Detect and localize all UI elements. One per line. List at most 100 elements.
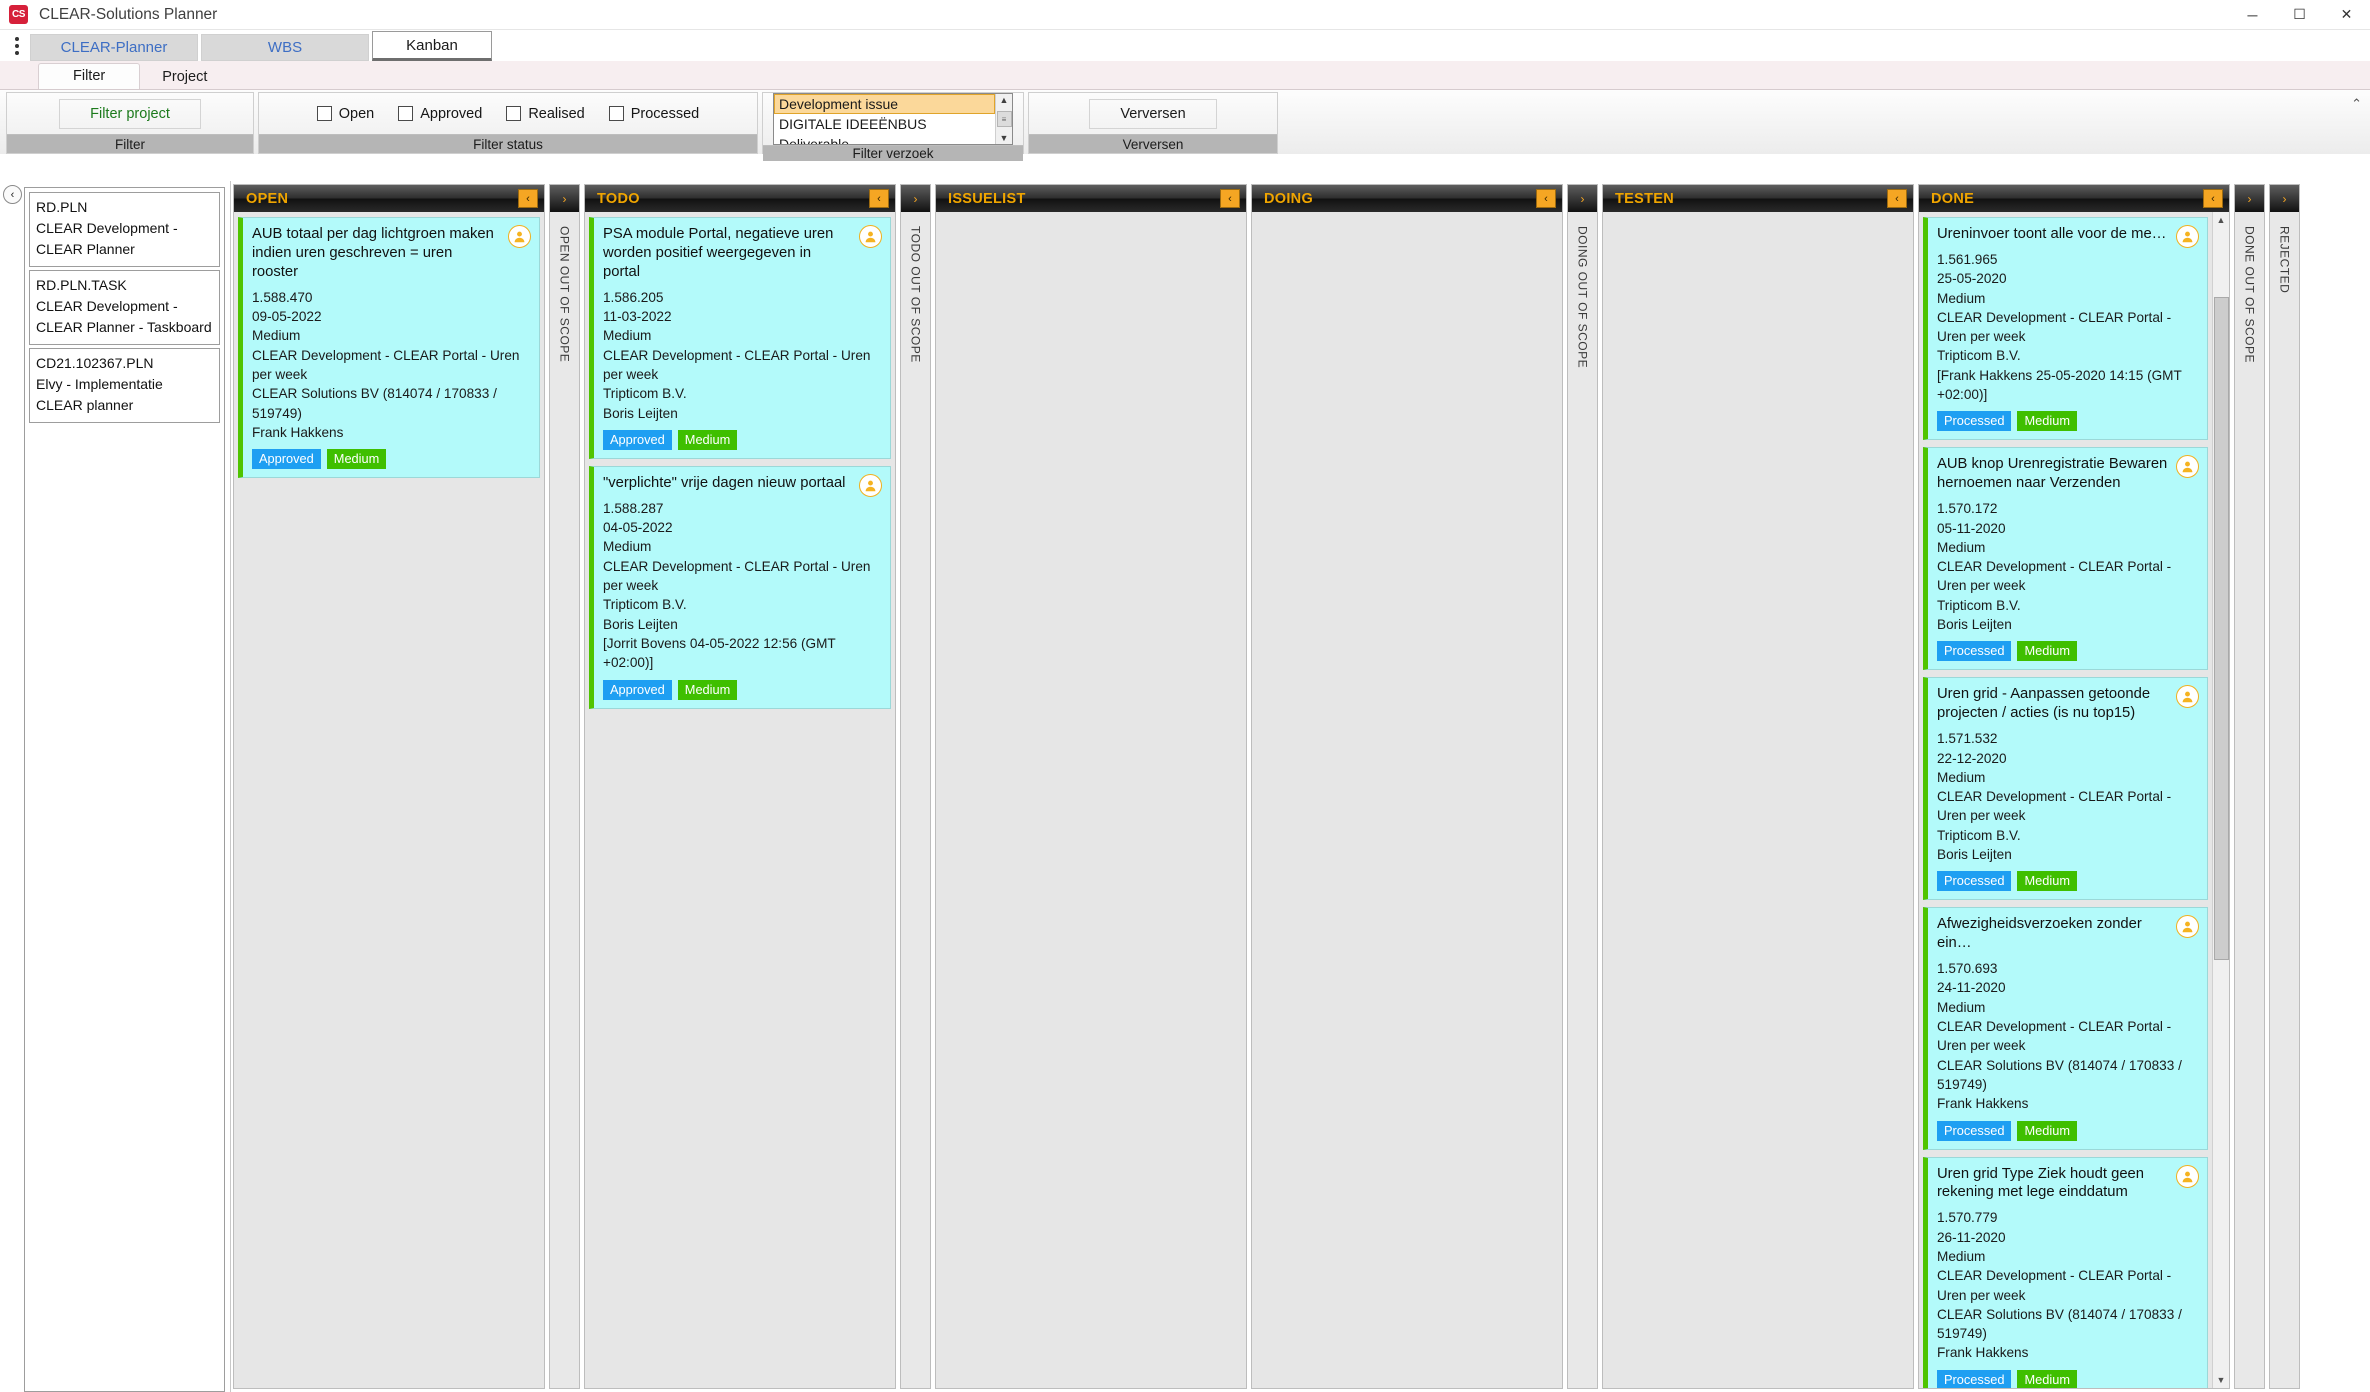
status-badge: Processed (1937, 641, 2012, 662)
card-number: 1.586.205 (603, 289, 664, 305)
column-collapse-button[interactable]: ‹ (2203, 189, 2223, 208)
ribbon-tab-project[interactable]: Project (140, 65, 229, 90)
column-body-testen (1603, 212, 1913, 1388)
sidebar-collapse-icon[interactable]: ‹ (3, 185, 22, 204)
window-controls: ─ ☐ ✕ (2229, 0, 2370, 29)
tab-clear-planner[interactable]: CLEAR-Planner (30, 34, 198, 61)
column-body-todo: PSA module Portal, negatieve uren worden… (585, 212, 895, 1388)
card-priority: Medium (252, 328, 301, 344)
sidebar-item-rd-pln[interactable]: RD.PLN CLEAR Development - CLEAR Planner (29, 192, 220, 267)
scope-bar-doing-out-of-scope[interactable]: › DOING OUT OF SCOPE (1567, 184, 1598, 1389)
filter-project-button[interactable]: Filter project (59, 98, 201, 129)
card-priority: Medium (603, 539, 652, 555)
column-collapse-button[interactable]: ‹ (1536, 189, 1556, 208)
chevron-right-icon: › (1580, 191, 1585, 206)
ribbon-collapse-icon[interactable]: ⌃ (2351, 96, 2362, 112)
column-header-doing: DOING ‹ (1252, 185, 1562, 212)
ververs-button[interactable]: Verversen (1089, 98, 1217, 129)
ribbon-tab-filter[interactable]: Filter (38, 63, 141, 90)
checkbox-open-box[interactable] (316, 106, 332, 121)
scroll-down-icon[interactable]: ▼ (2217, 1372, 2226, 1388)
ribbon-tab-bar: Filter Project (0, 61, 2370, 90)
priority-badge: Medium (326, 449, 387, 470)
kanban-card[interactable]: "verplichte" vrije dagen nieuw portaal 1.… (589, 465, 891, 709)
checkbox-open[interactable]: Open (316, 106, 374, 122)
kanban-card[interactable]: AUB knop Urenregistratie Bewaren hernoem… (1923, 447, 2208, 671)
column-collapse-button[interactable]: ‹ (518, 189, 538, 208)
listbox-scroll-thumb[interactable]: ≡ (996, 111, 1012, 127)
chevron-right-icon: › (2282, 191, 2287, 206)
kanban-card[interactable]: Uren grid - Aanpassen getoonde projecten… (1923, 677, 2208, 901)
tab-wbs[interactable]: WBS (201, 34, 369, 61)
scope-bar-rejected[interactable]: › REJECTED (2269, 184, 2300, 1389)
chevron-right-icon: › (2247, 191, 2252, 206)
column-collapse-button[interactable]: ‹ (1887, 189, 1907, 208)
scope-expand-button[interactable]: › (2270, 185, 2299, 212)
listbox-option-deliverable[interactable]: Deliverable (774, 134, 995, 144)
scope-expand-button[interactable]: › (1568, 185, 1597, 212)
sidebar-project-list: RD.PLN CLEAR Development - CLEAR Planner… (24, 187, 225, 1392)
column-scrollbar-done[interactable]: ▲ ▼ (2212, 212, 2229, 1388)
menu-kebab-icon[interactable] (4, 30, 30, 61)
scope-expand-button[interactable]: › (2235, 185, 2264, 212)
listbox-scrollbar[interactable]: ▲ ≡ ▼ (995, 94, 1012, 144)
scope-bar-todo-out-of-scope[interactable]: › TODO OUT OF SCOPE (900, 184, 931, 1389)
filter-verzoek-listbox[interactable]: Development issue DIGITALE IDEEËNBUS Del… (773, 93, 1013, 145)
user-icon (859, 225, 882, 248)
scroll-track[interactable] (2213, 228, 2229, 1372)
checkbox-approved[interactable]: Approved (398, 106, 482, 122)
scroll-up-icon[interactable]: ▲ (2217, 212, 2226, 228)
card-person: Boris Leijten (603, 405, 678, 421)
card-priority: Medium (1937, 290, 1986, 306)
maximize-icon[interactable]: ☐ (2276, 0, 2323, 29)
kanban-card[interactable]: AUB totaal per dag lichtgroen maken indi… (238, 217, 540, 479)
top-tab-bar: CLEAR-Planner WBS Kanban (0, 30, 2370, 61)
column-collapse-button[interactable]: ‹ (869, 189, 889, 208)
card-meta: 1.570.172 05-11-2020 Medium CLEAR Developme… (1937, 499, 2198, 634)
kanban-card[interactable]: PSA module Portal, negatieve uren worden… (589, 217, 891, 459)
status-badge: Approved (252, 449, 321, 470)
kanban-card[interactable]: Uren grid Type Ziek houdt geen rekening … (1923, 1156, 2208, 1388)
card-priority: Medium (603, 328, 652, 344)
scope-bar-done-out-of-scope[interactable]: › DONE OUT OF SCOPE (2234, 184, 2265, 1389)
checkbox-approved-box[interactable] (398, 106, 414, 121)
card-number: 1.570.693 (1937, 961, 1998, 977)
scope-label: REJECTED (2277, 226, 2292, 294)
checkbox-processed[interactable]: Processed (608, 106, 699, 122)
scope-bar-open-out-of-scope[interactable]: › OPEN OUT OF SCOPE (549, 184, 580, 1389)
card-number: 1.571.532 (1937, 731, 1998, 747)
card-project: CLEAR Development - CLEAR Portal - Uren … (252, 347, 520, 382)
ribbon-group-filter-verzoek: Development issue DIGITALE IDEEËNBUS Del… (762, 92, 1024, 161)
sidebar-item-rd-pln-task[interactable]: RD.PLN.TASK CLEAR Development - CLEAR Pl… (29, 270, 220, 345)
sidebar-item-desc: CLEAR Development - CLEAR Planner - Task… (36, 298, 212, 335)
column-collapse-button[interactable]: ‹ (1220, 189, 1240, 208)
card-number: 1.588.287 (603, 500, 664, 516)
scope-expand-button[interactable]: › (901, 185, 930, 212)
title-bar: CS CLEAR-Solutions Planner ─ ☐ ✕ (0, 0, 2370, 30)
card-priority: Medium (1937, 999, 1986, 1015)
priority-badge: Medium (2017, 1120, 2077, 1141)
listbox-scroll-up-icon[interactable]: ▲ (1000, 94, 1009, 106)
kanban-card[interactable]: Afwezigheidsverzoeken zonder ein… 1.570.6… (1923, 907, 2208, 1150)
scope-expand-button[interactable]: › (550, 185, 579, 212)
minimize-icon[interactable]: ─ (2229, 0, 2276, 29)
checkbox-realised[interactable]: Realised (506, 106, 585, 122)
listbox-option-digitale-ideeenbus[interactable]: DIGITALE IDEEËNBUS (774, 114, 995, 134)
sidebar-item-cd21-102367-pln[interactable]: CD21.102367.PLN Elvy - Implementatie CLE… (29, 348, 220, 423)
chevron-right-icon: › (562, 191, 567, 206)
card-title: Afwezigheidsverzoeken zonder ein… (1937, 916, 2142, 952)
listbox-option-development-issue[interactable]: Development issue (774, 94, 995, 114)
scroll-thumb[interactable] (2214, 296, 2229, 961)
checkbox-processed-box[interactable] (608, 106, 624, 121)
card-title: PSA module Portal, negatieve uren worden… (603, 226, 834, 280)
scope-label: DOING OUT OF SCOPE (1575, 226, 1590, 369)
card-title: AUB totaal per dag lichtgroen maken indi… (252, 226, 494, 280)
column-body-done: Ureninvoer toont alle voor de me… 1.561.9… (1919, 212, 2212, 1388)
card-project: CLEAR Development - CLEAR Portal - Uren … (1937, 789, 2172, 824)
tab-kanban[interactable]: Kanban (372, 31, 492, 61)
close-icon[interactable]: ✕ (2323, 0, 2370, 29)
card-project: CLEAR Development - CLEAR Portal - Uren … (1937, 309, 2172, 345)
listbox-scroll-down-icon[interactable]: ▼ (1000, 132, 1009, 144)
kanban-card[interactable]: Ureninvoer toont alle voor de me… 1.561.9… (1923, 217, 2208, 441)
checkbox-realised-box[interactable] (506, 106, 522, 121)
